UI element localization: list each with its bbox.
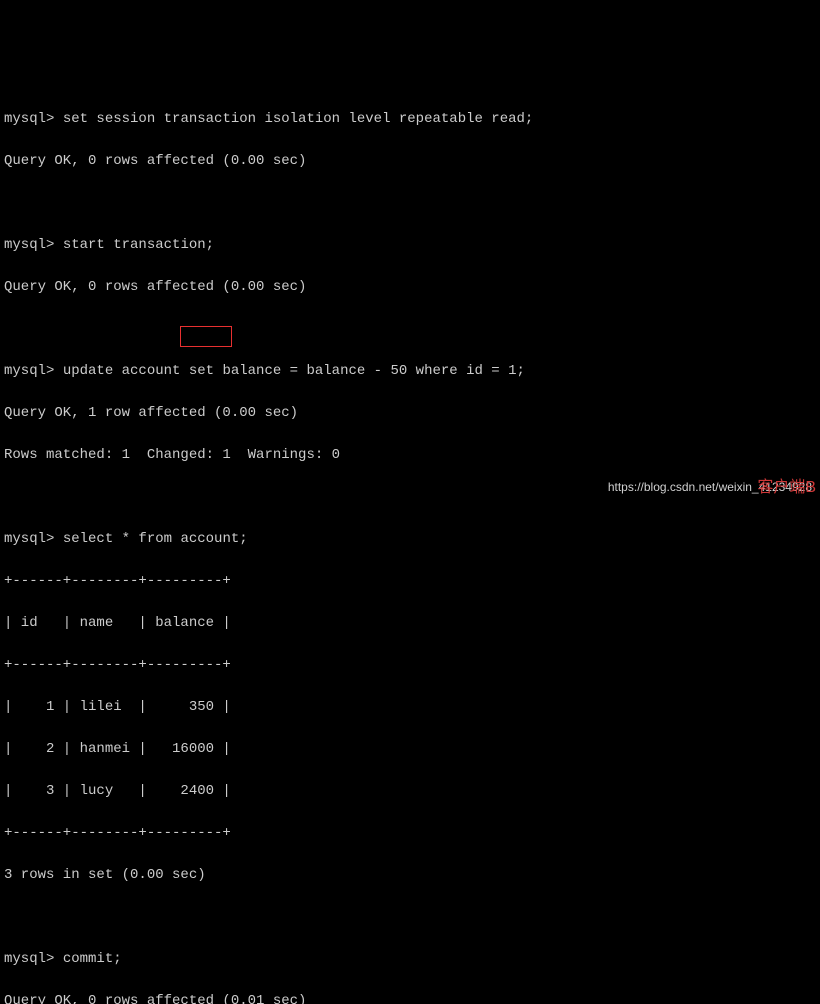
- result-update-ok: Query OK, 1 row affected (0.00 sec): [4, 403, 816, 424]
- table-border-bottom: +------+--------+---------+: [4, 823, 816, 844]
- mysql-prompt: mysql>: [4, 363, 54, 379]
- mysql-prompt: mysql>: [4, 111, 54, 127]
- watermark-cn: 客户端B: [757, 476, 816, 500]
- mysql-prompt: mysql>: [4, 237, 54, 253]
- terminal-output: mysql> set session transaction isolation…: [4, 88, 816, 1004]
- result-update-matched: Rows matched: 1 Changed: 1 Warnings: 0: [4, 445, 816, 466]
- table-border-top: +------+--------+---------+: [4, 571, 816, 592]
- cmd-update: update account set balance = balance - 5…: [54, 363, 524, 379]
- mysql-prompt: mysql>: [4, 531, 54, 547]
- table-row: | 3 | lucy | 2400 |: [4, 781, 816, 802]
- mysql-prompt: mysql>: [4, 951, 54, 967]
- table-border-mid: +------+--------+---------+: [4, 655, 816, 676]
- table-row: | 2 | hanmei | 16000 |: [4, 739, 816, 760]
- table-row: | 1 | lilei | 350 |: [4, 697, 816, 718]
- result-start-transaction: Query OK, 0 rows affected (0.00 sec): [4, 277, 816, 298]
- result-commit: Query OK, 0 rows affected (0.01 sec): [4, 991, 816, 1004]
- table-header: | id | name | balance |: [4, 613, 816, 634]
- cmd-commit: commit;: [54, 951, 121, 967]
- result-set-info: 3 rows in set (0.00 sec): [4, 865, 816, 886]
- cmd-start-transaction: start transaction;: [54, 237, 214, 253]
- cmd-select: select * from account;: [54, 531, 247, 547]
- result-set-isolation: Query OK, 0 rows affected (0.00 sec): [4, 151, 816, 172]
- cmd-set-isolation: set session transaction isolation level …: [54, 111, 533, 127]
